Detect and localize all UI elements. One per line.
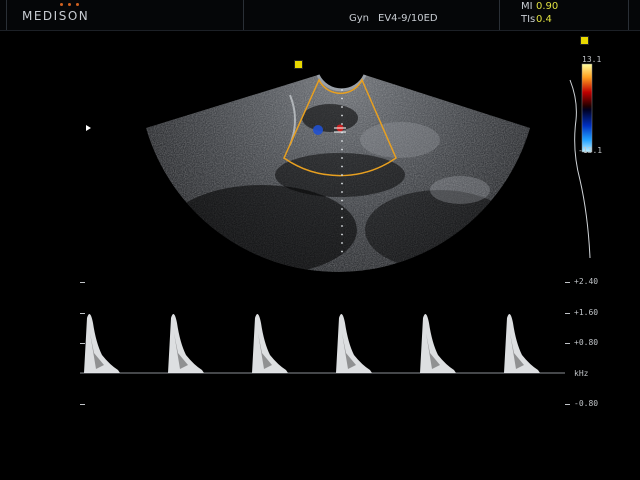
arrow-pointer-icon bbox=[86, 125, 91, 131]
cursor-dot bbox=[341, 233, 343, 236]
color-velocity-bar bbox=[581, 63, 593, 153]
scale-tick bbox=[80, 404, 85, 405]
cursor-dot bbox=[341, 89, 343, 91]
color-bar-bottom-label: -13.1 bbox=[578, 146, 603, 155]
scale-tick bbox=[80, 282, 85, 283]
color-flow-blue bbox=[313, 125, 323, 135]
color-bar-top-label: 13.1 bbox=[582, 55, 602, 64]
scale-label-neg-0-80: -0.80 bbox=[574, 399, 599, 408]
scale-label-2-40: +2.40 bbox=[574, 277, 599, 286]
cursor-dot bbox=[341, 182, 343, 185]
cursor-dot bbox=[341, 174, 343, 176]
scale-tick bbox=[80, 343, 85, 344]
cursor-dot bbox=[341, 199, 343, 202]
cursor-dot bbox=[341, 123, 343, 125]
scale-tick bbox=[565, 313, 570, 314]
cursor-dot bbox=[341, 242, 343, 244]
cursor-dot bbox=[341, 165, 343, 168]
cursor-dot bbox=[341, 114, 343, 117]
doppler-spectrum[interactable] bbox=[84, 314, 540, 373]
scale-tick bbox=[565, 282, 570, 283]
cursor-dot bbox=[341, 216, 343, 219]
cursor-dot bbox=[341, 191, 343, 193]
cursor-dot bbox=[341, 225, 343, 227]
scale-tick bbox=[565, 404, 570, 405]
scale-label-1-60: +1.60 bbox=[574, 308, 599, 317]
cursor-dot bbox=[341, 106, 343, 108]
scale-unit-label: kHz bbox=[574, 369, 589, 378]
cursor-dot bbox=[341, 140, 343, 142]
scale-tick bbox=[80, 313, 85, 314]
cursor-dot bbox=[341, 148, 343, 151]
cursor-dot bbox=[341, 157, 343, 159]
cursor-dot bbox=[341, 208, 343, 210]
scale-label-0-80: +0.80 bbox=[574, 338, 599, 347]
ultrasound-display bbox=[80, 63, 593, 374]
cursor-dot bbox=[341, 250, 343, 253]
yellow-square-marker-icon[interactable] bbox=[580, 36, 589, 45]
cursor-dot bbox=[341, 131, 343, 134]
yellow-square-marker-icon[interactable] bbox=[294, 60, 303, 69]
scale-tick bbox=[565, 343, 570, 344]
cursor-dot bbox=[341, 97, 343, 100]
